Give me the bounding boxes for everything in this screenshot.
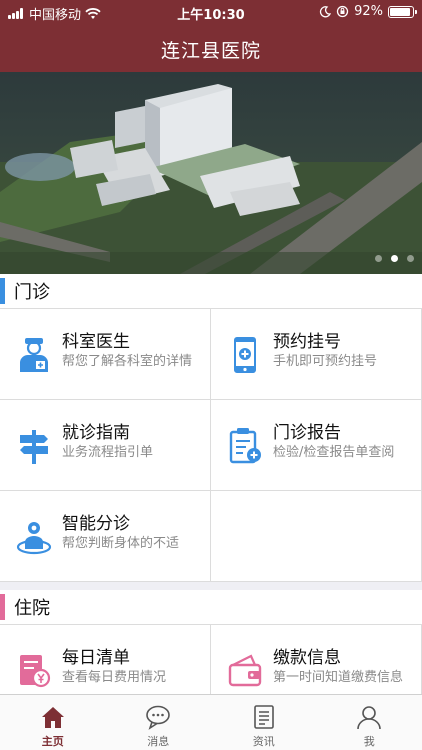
- card-title: 门诊报告: [273, 423, 341, 443]
- smart-triage-card[interactable]: 智能分诊 帮您判断身体的不适: [0, 491, 211, 582]
- outpatient-grid: 科室医生 帮您了解各科室的详情 预约挂号 手机即可预约挂号 就诊指南 业务流程指…: [0, 308, 422, 582]
- page-title: 连江县医院: [160, 40, 261, 62]
- carousel-dot[interactable]: [407, 255, 414, 262]
- tab-messages[interactable]: 消息: [106, 695, 212, 750]
- chat-icon: [146, 705, 171, 730]
- carousel-dot-active[interactable]: [391, 255, 398, 262]
- news-icon: [253, 705, 274, 729]
- outpatient-section-title: 门诊: [14, 282, 50, 303]
- carousel-dot[interactable]: [375, 255, 382, 262]
- card-title: 就诊指南: [62, 423, 130, 443]
- bottom-tab-bar: 主页 消息 资讯 我: [0, 694, 422, 750]
- card-title: 预约挂号: [273, 332, 341, 352]
- moon-icon: [320, 5, 332, 17]
- battery-percent: 92%: [354, 4, 383, 19]
- visit-guide-card[interactable]: 就诊指南 业务流程指引单: [0, 400, 211, 491]
- section-accent-bar: [0, 278, 5, 304]
- card-description: 检验/检查报告单查阅: [273, 445, 395, 460]
- card-title: 缴款信息: [273, 648, 341, 668]
- tab-me[interactable]: 我: [317, 695, 422, 750]
- tab-home[interactable]: 主页: [0, 695, 106, 750]
- battery-icon: [388, 5, 417, 18]
- tab-label: 主页: [41, 735, 64, 748]
- outpatient-section-header: 门诊: [0, 274, 422, 308]
- card-description: 帮您了解各科室的详情: [62, 354, 193, 369]
- inpatient-section-title: 住院: [14, 598, 50, 619]
- daily-bill-card[interactable]: 每日清单 查看每日费用情况: [0, 625, 211, 694]
- carousel-dots: [375, 255, 414, 262]
- inpatient-grid: 每日清单 查看每日费用情况 缴款信息 第一时间知道缴费信息: [0, 624, 422, 694]
- home-icon: [41, 707, 64, 728]
- banner-carousel[interactable]: [0, 72, 422, 274]
- app-header: 中国移动 上午10:30 92% 连江县医院: [0, 0, 422, 72]
- payment-info-card[interactable]: 缴款信息 第一时间知道缴费信息: [211, 625, 422, 694]
- card-description: 业务流程指引单: [62, 445, 154, 460]
- phone-medical-icon: [234, 337, 256, 373]
- status-bar: 中国移动 上午10:30 92%: [0, 0, 422, 24]
- battery-fill: [390, 7, 411, 16]
- card-title: 科室医生: [62, 332, 130, 352]
- signpost-icon: [20, 430, 48, 464]
- outpatient-report-card[interactable]: 门诊报告 检验/检查报告单查阅: [211, 400, 422, 491]
- tab-news[interactable]: 资讯: [211, 695, 317, 750]
- section-accent-bar: [0, 594, 5, 620]
- wallet-icon: [228, 654, 262, 687]
- daily-bill-icon: [20, 655, 51, 688]
- card-description: 第一时间知道缴费信息: [273, 670, 404, 685]
- card-title: 智能分诊: [62, 514, 130, 534]
- empty-grid-cell: [211, 491, 422, 582]
- rotation-lock-icon: [336, 5, 349, 18]
- inpatient-section-header: 住院: [0, 590, 422, 624]
- tab-label: 消息: [147, 735, 170, 748]
- status-right: 92%: [319, 4, 417, 19]
- tab-label: 我: [363, 735, 375, 748]
- card-description: 查看每日费用情况: [62, 670, 167, 685]
- body-scan-icon: [16, 522, 52, 555]
- tab-label: 资讯: [252, 735, 275, 748]
- hospital-banner-image: [0, 72, 422, 274]
- appointment-card[interactable]: 预约挂号 手机即可预约挂号: [211, 309, 422, 400]
- clipboard-report-icon: [229, 428, 261, 464]
- doctor-icon: [20, 338, 48, 372]
- card-description: 帮您判断身体的不适: [62, 536, 180, 551]
- card-description: 手机即可预约挂号: [273, 354, 378, 369]
- departments-doctors-card[interactable]: 科室医生 帮您了解各科室的详情: [0, 309, 211, 400]
- card-title: 每日清单: [62, 648, 130, 668]
- user-icon: [357, 706, 382, 730]
